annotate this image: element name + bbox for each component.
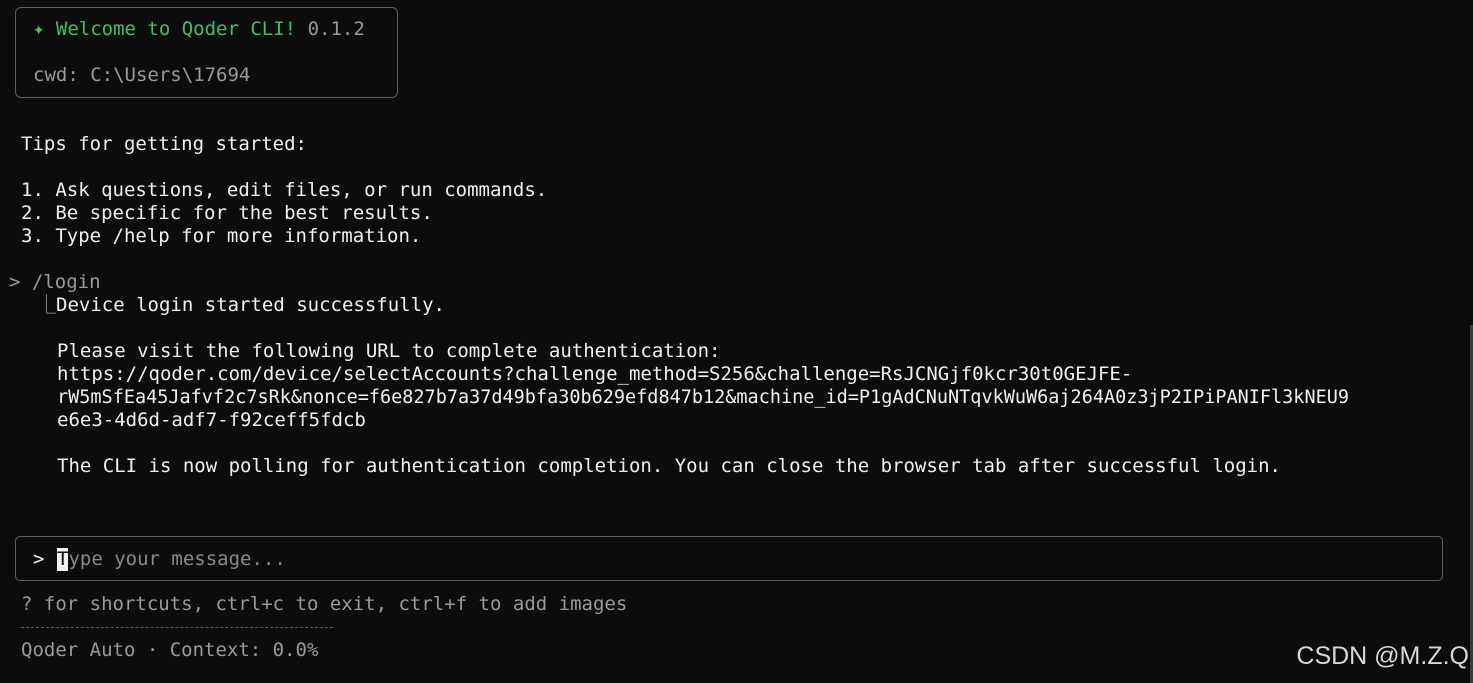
footer-divider (21, 627, 333, 628)
tip-item: 2. Be specific for the best results. (21, 202, 433, 224)
welcome-title: Welcome to Qoder CLI! (55, 18, 297, 40)
prompt-chevron-icon: > (9, 271, 21, 293)
input-prompt-icon: > (33, 548, 45, 570)
auth-url-line[interactable]: rW5mSfEa45Jafvf2c7sRk&nonce=f6e827b7a37d… (57, 386, 1349, 409)
branch-corner-icon: ⎿ (37, 294, 57, 316)
visit-message: Please visit the following URL to comple… (57, 340, 721, 362)
tip-item: 3. Type /help for more information. (21, 225, 422, 247)
input-placeholder: ype your message... (68, 548, 286, 570)
history-result-line: ⎿Device login started successfully. (37, 294, 445, 317)
history-command: /login (31, 271, 101, 293)
watermark: CSDN @M.Z.Q (1296, 642, 1469, 670)
welcome-title-line: ✦ Welcome to Qoder CLI! 0.1.2 (33, 18, 365, 41)
tip-item: 1. Ask questions, edit files, or run com… (21, 179, 548, 201)
tips-heading: Tips for getting started: (21, 133, 307, 155)
text-cursor: T (57, 548, 69, 571)
status-line: Qoder Auto · Context: 0.0% (21, 639, 319, 661)
welcome-box: ✦ Welcome to Qoder CLI! 0.1.2 cwd: C:\Us… (15, 7, 398, 98)
auth-url-line[interactable]: e6e3-4d6d-adf7-f92ceff5fdcb (57, 409, 366, 432)
cwd-label: cwd: C:\Users\17694 (33, 64, 251, 86)
polling-message: The CLI is now polling for authenticatio… (57, 455, 1281, 477)
shortcuts-hint: ? for shortcuts, ctrl+c to exit, ctrl+f … (21, 593, 628, 615)
sparkle-icon: ✦ (33, 18, 45, 40)
message-input-box[interactable]: > Type your message... (15, 536, 1443, 581)
history-result: Device login started successfully. (56, 294, 445, 316)
message-input[interactable]: Type your message... (57, 548, 1417, 571)
version-label: 0.1.2 (307, 18, 365, 40)
history-command-line: > /login (9, 271, 101, 294)
auth-url-line[interactable]: https://qoder.com/device/selectAccounts?… (57, 363, 1132, 386)
